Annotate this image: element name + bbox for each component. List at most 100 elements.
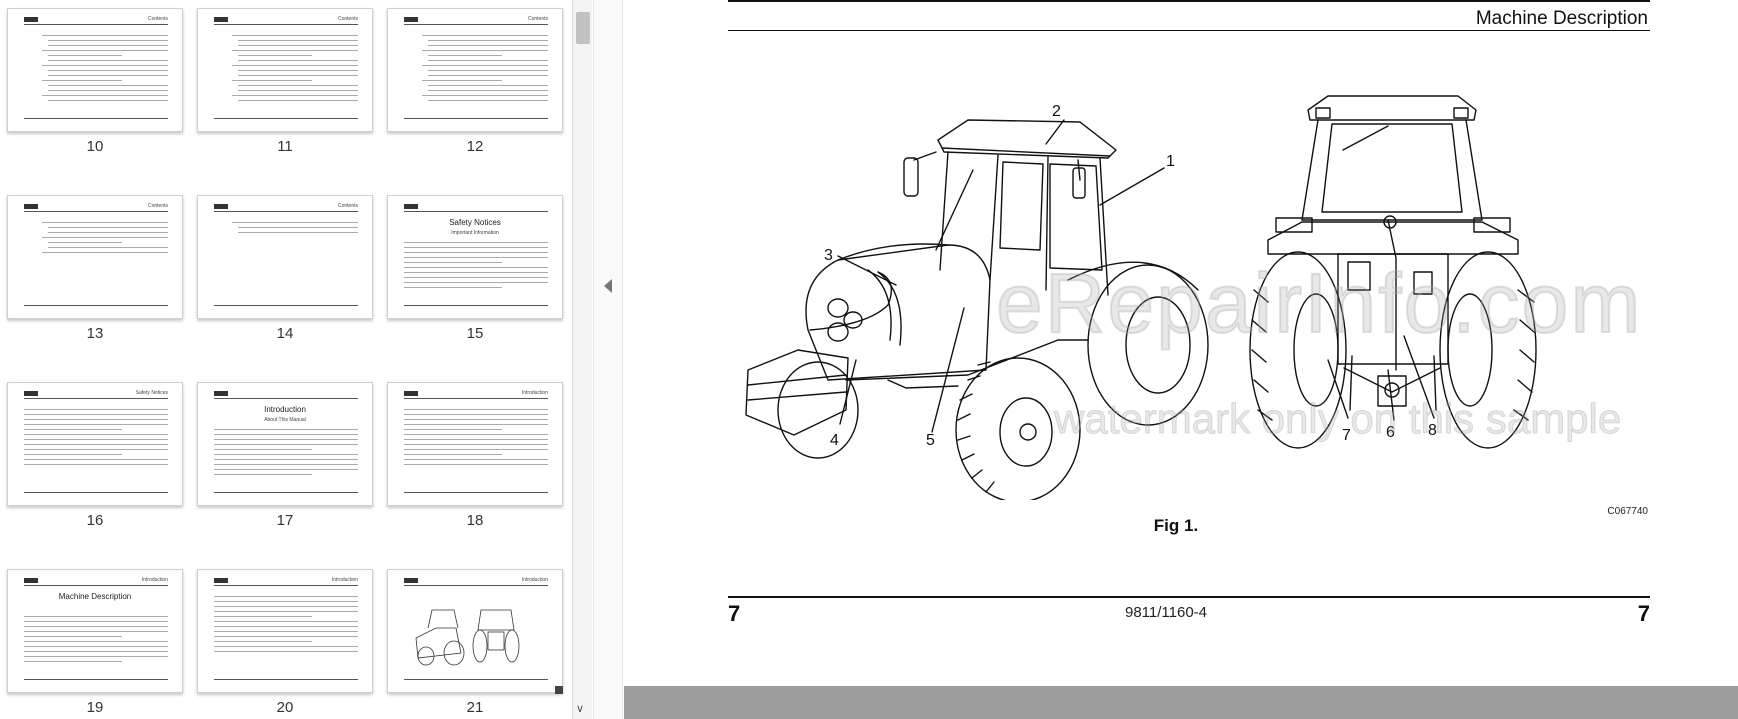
page-thumbnail[interactable]: Contents — [7, 195, 183, 319]
thumbnail-text-line — [232, 80, 312, 81]
chevron-left-icon[interactable] — [604, 279, 612, 293]
thumbnail-text-line — [214, 616, 312, 617]
thumbnail-text-line — [428, 100, 548, 101]
pane-splitter[interactable] — [593, 0, 623, 719]
page-thumbnail[interactable]: Contents — [197, 195, 373, 319]
callout-5: 5 — [926, 432, 935, 449]
thumbnail-text-line — [42, 35, 168, 36]
thumbnail-scrollbar[interactable]: ∨ — [572, 0, 592, 719]
thumbnail-text-line — [42, 65, 168, 66]
thumbnail-text-line — [214, 474, 312, 475]
thumbnail-text-line — [214, 636, 358, 637]
thumbnail-pane[interactable]: Contents 10 Contents 11 Contents 12 Contents 13… — [0, 0, 573, 719]
scrollbar-thumb[interactable] — [576, 12, 590, 44]
figure-caption: Fig 1. — [1153, 516, 1199, 535]
thumbnail-heading: Machine Description — [58, 592, 132, 601]
page-thumbnail[interactable]: Introduction — [387, 569, 563, 693]
page-thumbnail[interactable]: Introduction About This Manual — [197, 382, 373, 506]
thumbnail-footer-rule — [404, 679, 548, 680]
thumbnail-header-rule — [24, 585, 168, 586]
title-rule — [728, 30, 1650, 31]
thumbnail-text-line — [428, 45, 548, 46]
viewer-background — [624, 686, 1738, 719]
thumbnail-text-line — [404, 247, 548, 248]
thumbnail-text-line — [232, 222, 358, 223]
callout-4: 4 — [830, 432, 839, 449]
thumbnail-text-line — [404, 424, 548, 425]
thumbnail-header: Introduction — [521, 390, 548, 396]
thumbnail-text-line — [404, 454, 502, 455]
thumbnail-text-line — [404, 409, 548, 410]
thumbnail-text-line — [48, 227, 168, 228]
thumbnail-header: Introduction — [521, 577, 548, 583]
thumbnail-text-line — [422, 80, 502, 81]
thumbnail-logo — [24, 17, 38, 22]
thumbnail-page-number: 19 — [86, 699, 104, 716]
thumbnail-page-number: 15 — [466, 325, 484, 342]
thumbnail-heading: Safety Notices — [449, 218, 501, 227]
thumbnail-text-line — [214, 646, 358, 647]
thumbnail-footer-rule — [404, 118, 548, 119]
thumbnail-text-line — [48, 100, 168, 101]
thumbnail-text-line — [24, 409, 168, 410]
thumbnail-text-line — [238, 60, 358, 61]
thumbnail-text-line — [48, 75, 168, 76]
thumbnail-text-line — [214, 621, 358, 622]
thumbnail-figure — [415, 609, 520, 666]
document-viewer[interactable]: Machine Description 1 2 3 4 5 6 7 8 eRep… — [624, 0, 1738, 719]
thumbnail-page-number: 10 — [86, 138, 104, 155]
chevron-down-icon[interactable]: ∨ — [576, 702, 584, 715]
thumbnail-footer-rule — [214, 679, 358, 680]
thumbnail-text-line — [48, 60, 168, 61]
thumbnail-text-line — [214, 459, 358, 460]
page-thumbnail[interactable]: Introduction Machine Description — [7, 569, 183, 693]
thumbnail-text-line — [214, 429, 358, 430]
thumbnail-text-line — [238, 45, 358, 46]
pdf-viewer-app: Contents 10 Contents 11 Contents 12 Contents 13… — [0, 0, 1738, 719]
thumbnail-text-line — [214, 601, 358, 602]
page-thumbnail[interactable]: Introduction — [197, 569, 373, 693]
thumbnail-page-number: 21 — [466, 699, 484, 716]
thumbnail-text-line — [428, 60, 548, 61]
thumbnail-text-line — [214, 596, 358, 597]
thumbnail-text-line — [422, 50, 548, 51]
thumbnail-logo — [214, 17, 228, 22]
thumbnail-text-line — [214, 641, 312, 642]
thumbnail-text-line — [24, 444, 168, 445]
thumbnail-footer-rule — [24, 305, 168, 306]
thumbnail-text-line — [24, 464, 168, 465]
thumbnail-text-line — [404, 242, 548, 243]
page-thumbnail[interactable]: Introduction — [387, 382, 563, 506]
thumbnail-text-line — [232, 65, 358, 66]
thumbnail-text-line — [404, 252, 548, 253]
page-thumbnail[interactable]: Contents — [197, 8, 373, 132]
page-thumbnail[interactable]: Contents — [7, 8, 183, 132]
page-thumbnail[interactable]: Safety Notices Important Information — [387, 195, 563, 319]
thumbnail-page-number: 18 — [466, 512, 484, 529]
thumbnail-text-line — [232, 35, 358, 36]
page-thumbnail[interactable]: Contents — [387, 8, 563, 132]
thumbnail-page-number: 17 — [276, 512, 294, 529]
thumbnail-text-line — [238, 70, 358, 71]
thumbnail-text-line — [238, 75, 358, 76]
thumbnail-text-line — [24, 651, 168, 652]
resize-grip[interactable] — [555, 686, 563, 694]
thumbnail-text-line — [404, 414, 548, 415]
thumbnail-text-line — [24, 459, 168, 460]
page-thumbnail[interactable]: Safety Notices — [7, 382, 183, 506]
thumbnail-subheading: About This Manual — [264, 417, 306, 423]
thumbnail-text-line — [428, 85, 548, 86]
thumbnail-text-line — [404, 444, 548, 445]
thumbnail-text-line — [24, 646, 168, 647]
thumbnail-header-rule — [404, 211, 548, 212]
thumbnail-text-line — [404, 287, 502, 288]
callout-1: 1 — [1166, 153, 1175, 170]
thumbnail-text-line — [404, 439, 548, 440]
thumbnail-text-line — [404, 429, 502, 430]
thumbnail-page-number: 12 — [466, 138, 484, 155]
thumbnail-subheading: Important Information — [451, 230, 499, 236]
thumbnail-text-line — [24, 454, 122, 455]
thumbnail-header: Contents — [147, 16, 168, 22]
thumbnail-text-line — [404, 262, 502, 263]
thumbnail-text-line — [214, 444, 358, 445]
